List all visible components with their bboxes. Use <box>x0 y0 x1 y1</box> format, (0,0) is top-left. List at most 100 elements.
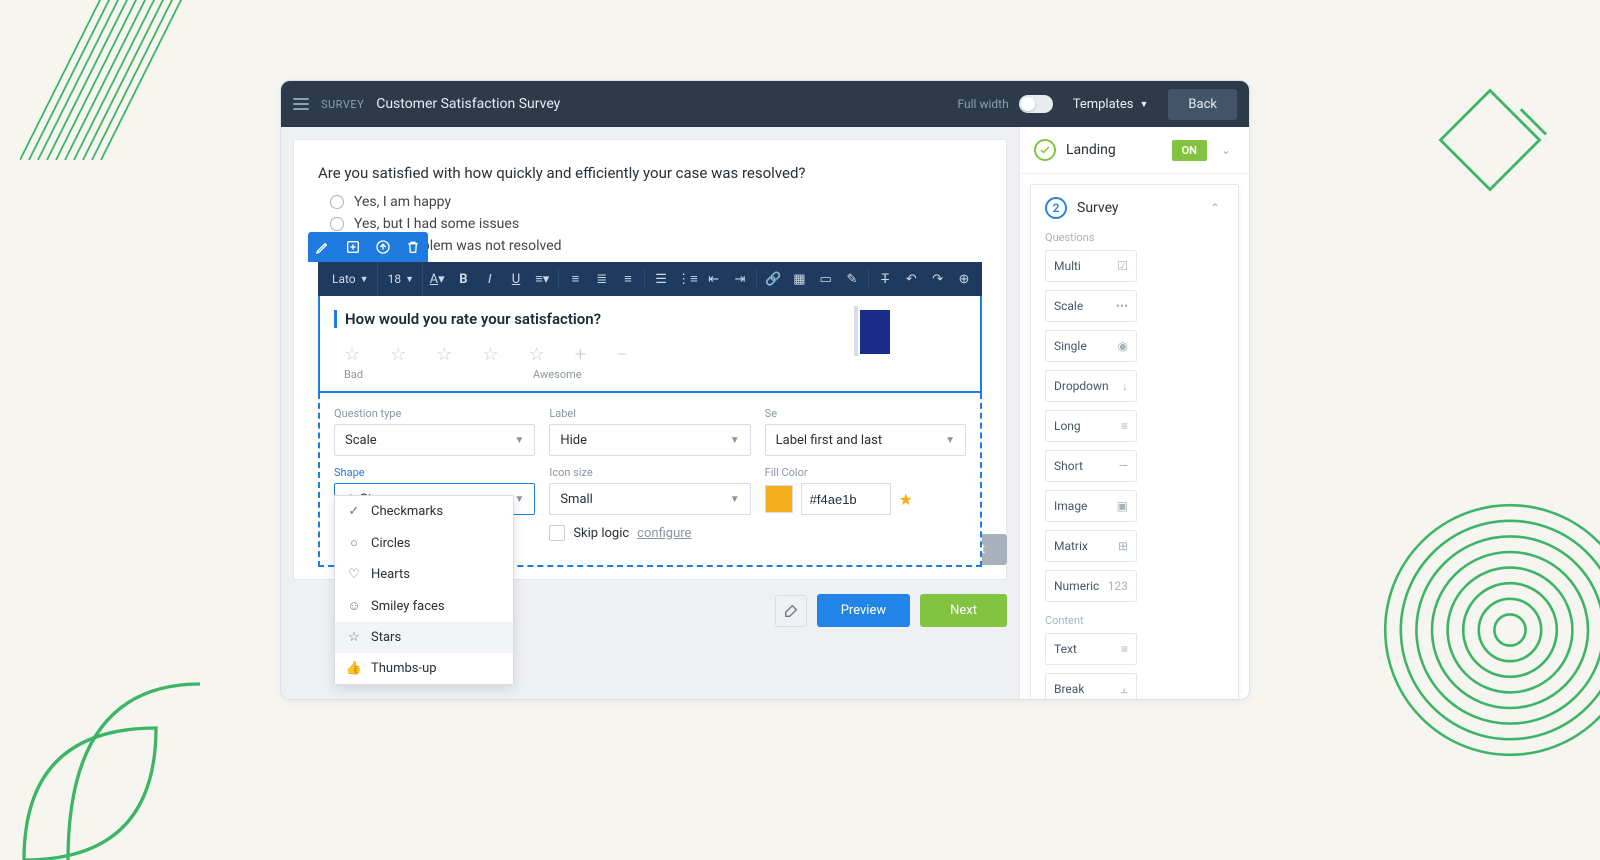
scale-labels: Bad Awesome <box>334 368 966 381</box>
next-button[interactable]: Next <box>920 594 1007 627</box>
scale-label-right: Awesome <box>533 368 582 381</box>
star-icon[interactable]: ☆ <box>390 344 406 365</box>
clear-format-icon[interactable]: T <box>873 265 897 293</box>
templates-button[interactable]: Templates ▼ <box>1065 93 1157 116</box>
content-heading: Content <box>1045 614 1224 627</box>
video-icon[interactable]: ▭ <box>814 265 838 293</box>
delete-icon[interactable] <box>398 232 428 262</box>
matrix-icon: ⊞ <box>1118 539 1128 553</box>
italic-icon[interactable]: I <box>478 265 502 293</box>
scale-label-left: Bad <box>344 368 363 381</box>
code-icon[interactable]: ✎ <box>840 265 864 293</box>
edit-icon[interactable] <box>308 232 338 262</box>
font-select[interactable]: Lato▼ <box>324 262 378 296</box>
shape-option[interactable]: 👍Thumbs-up <box>335 653 513 684</box>
radio-option[interactable]: Yes, I am happy <box>330 194 982 210</box>
titlebar: SURVEY Customer Satisfaction Survey Full… <box>281 81 1249 127</box>
rich-text-toolbar: Lato▼ 18▼ A▾ B I U ≡▾ ≡ ≣ ≡ ☰ ⋮≡ <box>318 262 982 296</box>
status-badge: ON <box>1172 140 1207 161</box>
text-color-icon[interactable]: A▾ <box>425 265 449 293</box>
configure-link[interactable]: configure <box>637 526 691 541</box>
shape-option[interactable]: ♡Hearts <box>335 559 513 590</box>
qtype-short[interactable]: Short— <box>1045 450 1137 482</box>
back-button[interactable]: Back <box>1168 89 1237 120</box>
outdent-icon[interactable]: ⇥ <box>728 265 752 293</box>
sidebar-item-landing[interactable]: Landing ON ⌄ <box>1020 127 1249 174</box>
remove-star-icon[interactable]: − <box>616 342 627 366</box>
undo-icon[interactable]: ↶ <box>899 265 923 293</box>
line-height-icon[interactable]: ≡▾ <box>530 265 554 293</box>
qtype-multi[interactable]: Multi☑ <box>1045 250 1137 282</box>
menu-icon[interactable] <box>293 98 309 110</box>
color-swatch[interactable] <box>765 485 793 513</box>
star-icon[interactable]: ☆ <box>344 344 360 365</box>
full-width-toggle[interactable] <box>1019 95 1053 113</box>
add-star-icon[interactable]: + <box>575 342 586 366</box>
preview-button[interactable]: Preview <box>817 594 910 627</box>
full-width-label: Full width <box>958 97 1009 111</box>
align-right-icon[interactable]: ≡ <box>616 265 640 293</box>
qtype-single[interactable]: Single◉ <box>1045 330 1137 362</box>
skip-logic-label: Skip logic <box>573 526 629 541</box>
star-preview-icon: ★ <box>899 490 913 509</box>
list-ul-icon[interactable]: ☰ <box>649 265 673 293</box>
image-icon: ▣ <box>1117 499 1128 513</box>
shape-option[interactable]: ○Circles <box>335 527 513 559</box>
decorative-lines <box>20 0 200 160</box>
seq-select[interactable]: Label first and last▼ <box>765 424 966 456</box>
radio-icon <box>330 217 344 231</box>
upload-icon[interactable] <box>368 232 398 262</box>
shape-label: Shape <box>334 466 535 479</box>
shape-option[interactable]: ✓Checkmarks <box>335 496 513 527</box>
redo-icon[interactable]: ↷ <box>926 265 950 293</box>
qtype-scale[interactable]: Scale••• <box>1045 290 1137 322</box>
qtype-dropdown[interactable]: Dropdown↓ <box>1045 370 1137 402</box>
skip-logic-checkbox[interactable] <box>549 525 565 541</box>
short-icon: — <box>1119 459 1128 473</box>
chevron-up-icon[interactable]: ⌃ <box>1206 201 1224 215</box>
editor-canvas: Are you satisfied with how quickly and e… <box>281 127 1019 699</box>
color-input[interactable] <box>801 483 891 515</box>
star-icon[interactable]: ☆ <box>436 344 452 365</box>
align-left-icon[interactable]: ≡ <box>563 265 587 293</box>
step-number-icon: 2 <box>1045 197 1067 219</box>
align-center-icon[interactable]: ≣ <box>590 265 614 293</box>
ctype-break[interactable]: Break⫠ <box>1045 673 1137 699</box>
label-select[interactable]: Hide▼ <box>549 424 750 456</box>
qtype-long[interactable]: Long≡ <box>1045 410 1137 442</box>
style-brush-button[interactable] <box>775 595 807 627</box>
indent-icon[interactable]: ⇤ <box>702 265 726 293</box>
icon-size-select[interactable]: Small▼ <box>549 483 750 515</box>
list-ol-icon[interactable]: ⋮≡ <box>675 265 699 293</box>
question-type-select[interactable]: Scale▼ <box>334 424 535 456</box>
dropdown-icon: ↓ <box>1122 379 1128 393</box>
chevron-down-icon[interactable]: ⌄ <box>1217 143 1235 157</box>
underline-icon[interactable]: U <box>504 265 528 293</box>
shape-option[interactable]: ☺Smiley faces <box>335 590 513 622</box>
link-icon[interactable]: 🔗 <box>761 265 785 293</box>
star-icon[interactable]: ☆ <box>482 344 498 365</box>
star-icon[interactable]: ☆ <box>529 344 545 365</box>
shape-option[interactable]: ☆Stars <box>335 622 513 653</box>
page-title: Customer Satisfaction Survey <box>376 96 560 112</box>
long-icon: ≡ <box>1121 419 1128 433</box>
qtype-matrix[interactable]: Matrix⊞ <box>1045 530 1137 562</box>
radio-option[interactable]: Yes, but I had some issues <box>330 216 982 232</box>
expand-icon[interactable]: ⊕ <box>952 265 976 293</box>
add-icon[interactable] <box>338 232 368 262</box>
qtype-image[interactable]: Image▣ <box>1045 490 1137 522</box>
decorative-leaf <box>0 640 200 860</box>
image-icon[interactable]: ▦ <box>787 265 811 293</box>
decorative-circles <box>1380 500 1600 760</box>
qtype-numeric[interactable]: Numeric123 <box>1045 570 1137 602</box>
bold-icon[interactable]: B <box>451 265 475 293</box>
caret-down-icon: ▼ <box>1140 99 1149 110</box>
app-window: SURVEY Customer Satisfaction Survey Full… <box>280 80 1250 700</box>
ctype-text[interactable]: Text≡ <box>1045 633 1137 665</box>
breadcrumb-label: SURVEY <box>321 98 364 111</box>
survey-page: Are you satisfied with how quickly and e… <box>293 139 1007 580</box>
question-type-grid: Multi☑ Scale••• Single◉ Dropdown↓ Long≡ … <box>1045 250 1224 602</box>
font-size-select[interactable]: 18▼ <box>380 262 423 296</box>
seq-label: Se <box>765 407 966 420</box>
radio-icon: ◉ <box>1118 339 1128 353</box>
